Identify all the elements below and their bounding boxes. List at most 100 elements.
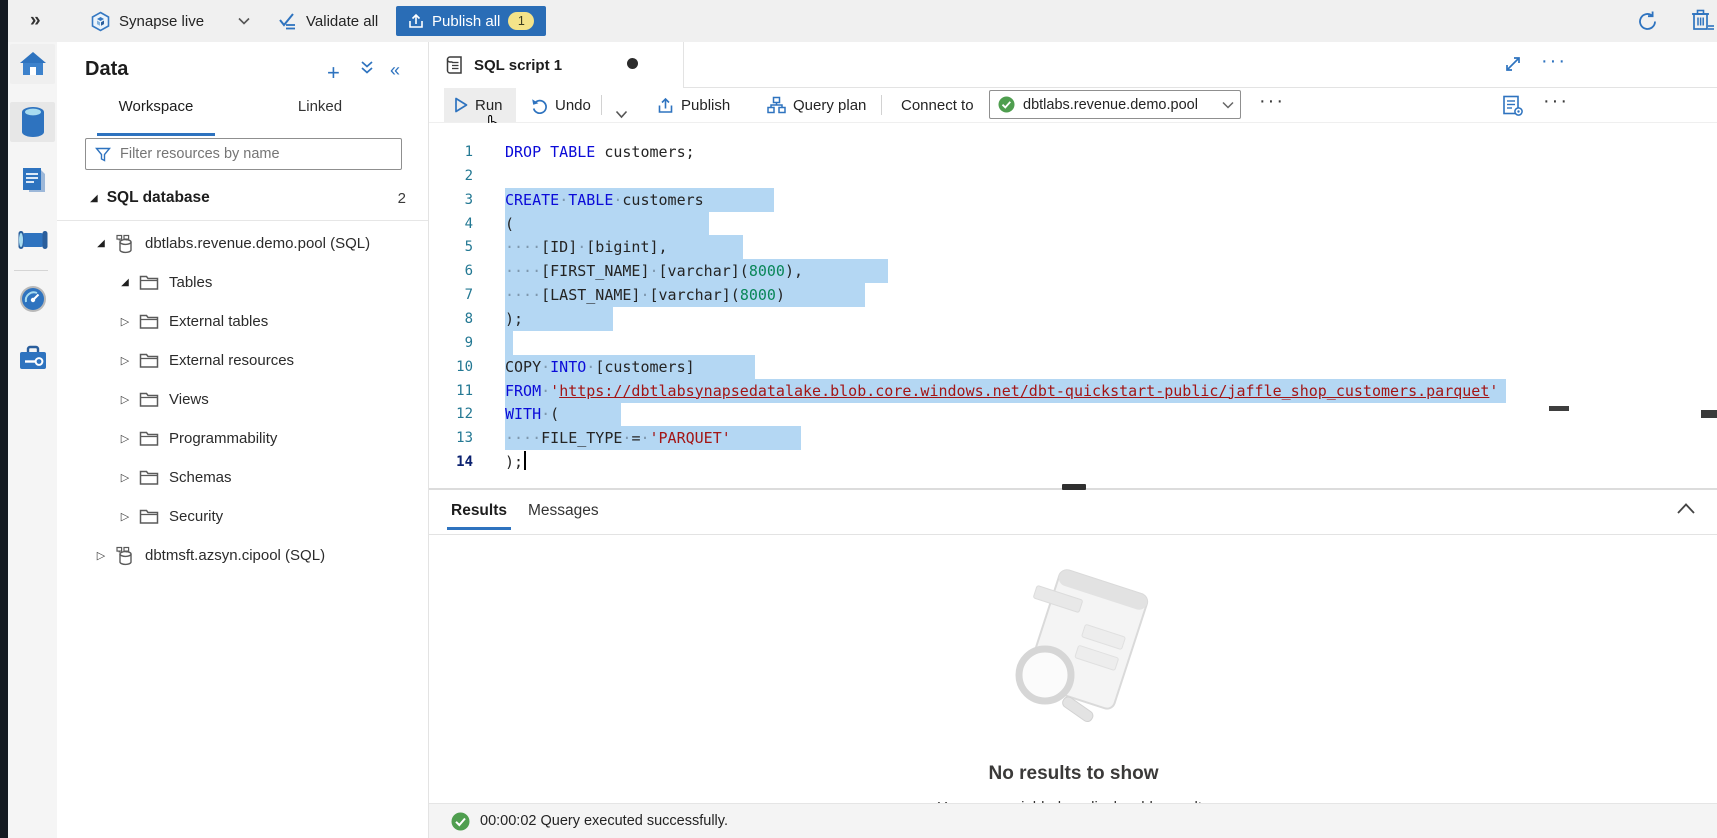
tree-item-dbtmsft-azsyn-cipool-sql[interactable]: ▷dbtmsft.azsyn.cipool (SQL) (57, 536, 466, 575)
tab-workspace[interactable]: Workspace (97, 98, 215, 128)
collapse-icon[interactable]: ◢ (119, 277, 131, 288)
nav-manage-button[interactable] (10, 338, 55, 378)
collapse-results-icon[interactable] (1676, 502, 1696, 515)
tree-root-sql-database[interactable]: ◢ SQL database 2 (57, 182, 428, 214)
code-line-5[interactable]: 5····[ID]·[bigint], (429, 235, 1717, 259)
expand-left-panel-icon[interactable]: » (30, 0, 41, 42)
line-number: 10 (429, 355, 473, 379)
selection-tail (668, 235, 743, 259)
folder-icon (139, 275, 159, 291)
code-line-2[interactable]: 2 (429, 164, 1717, 188)
code-text: WITH·( (505, 402, 621, 426)
selection-tail (731, 426, 801, 450)
tab-messages[interactable]: Messages (528, 502, 599, 520)
tree-item-label: Tables (169, 274, 212, 291)
tab-results[interactable]: Results (451, 502, 507, 520)
more-actions-icon[interactable]: ··· (1541, 50, 1567, 73)
collapse-panel-icon[interactable]: « (390, 60, 400, 81)
code-line-13[interactable]: 13····FILE_TYPE·=·'PARQUET' (429, 426, 1717, 450)
tree-item-dbtlabs-revenue-demo-pool-sql[interactable]: ◢dbtlabs.revenue.demo.pool (SQL) (57, 224, 466, 263)
code-line-9[interactable]: 9 (429, 331, 1717, 355)
connect-to-pool-dropdown[interactable]: dbtlabs.revenue.demo.pool (989, 90, 1241, 119)
expand-icon[interactable]: ▷ (119, 471, 131, 484)
expand-icon[interactable]: ▷ (119, 510, 131, 523)
code-line-14[interactable]: 14); (429, 450, 1717, 474)
expand-icon[interactable]: ▷ (119, 315, 131, 328)
expand-icon[interactable]: ▷ (119, 393, 131, 406)
code-line-6[interactable]: 6····[FIRST_NAME]·[varchar](8000), (429, 259, 1717, 283)
tree-item-external-resources[interactable]: ▷External resources (57, 341, 490, 380)
collapse-icon[interactable]: ◢ (90, 193, 98, 204)
collapse-icon[interactable]: ◢ (95, 238, 107, 249)
selection-tail (704, 188, 774, 212)
expand-icon[interactable]: ▷ (119, 354, 131, 367)
run-icon (454, 97, 468, 113)
line-number: 8 (429, 307, 473, 331)
publish-all-label: Publish all (432, 13, 500, 30)
expand-icon[interactable]: ▷ (95, 549, 107, 562)
refresh-icon[interactable] (1636, 0, 1659, 42)
tree-root-label: SQL database (107, 189, 210, 207)
integrate-icon (17, 228, 49, 252)
mode-switcher[interactable]: Synapse live (90, 0, 250, 42)
database-icon (115, 546, 135, 566)
editor-toolbar: Run Undo Publish Query plan (429, 88, 1717, 123)
query-plan-button[interactable]: Query plan (767, 88, 866, 122)
run-button[interactable]: Run (444, 88, 516, 122)
tab-sql-script-1[interactable]: SQL script 1 (429, 42, 684, 88)
code-text: ); (505, 450, 526, 474)
undo-button[interactable]: Undo (531, 88, 591, 122)
data-icon (19, 106, 47, 138)
tree-item-tables[interactable]: ◢ Tables (57, 263, 490, 302)
develop-icon (19, 166, 47, 196)
nav-data-button[interactable] (10, 102, 55, 142)
publish-icon (657, 97, 674, 114)
script-properties-icon[interactable] (1501, 94, 1525, 118)
discard-all-icon[interactable] (1690, 0, 1716, 42)
mode-label: Synapse live (119, 13, 204, 30)
tab-linked[interactable]: Linked (285, 98, 355, 128)
sql-script-icon (445, 54, 464, 76)
line-number: 1 (429, 140, 473, 164)
toolbar-separator (601, 95, 602, 115)
more-toolbar-actions-icon[interactable]: ··· (1259, 90, 1285, 113)
code-line-1[interactable]: 1DROP TABLE customers; (429, 140, 1717, 164)
nav-integrate-button[interactable] (10, 220, 55, 260)
expand-icon[interactable]: ▷ (119, 432, 131, 445)
code-line-3[interactable]: 3CREATE·TABLE·customers (429, 188, 1717, 212)
tree-item-external-tables[interactable]: ▷External tables (57, 302, 490, 341)
tree-item-security[interactable]: ▷Security (57, 497, 490, 536)
filter-resources-input[interactable] (118, 140, 401, 168)
code-line-12[interactable]: 12WITH·( (429, 402, 1717, 426)
code-line-4[interactable]: 4( (429, 212, 1717, 236)
scroll-indicator (1549, 406, 1569, 411)
selected-pool: dbtlabs.revenue.demo.pool (1023, 97, 1222, 113)
nav-monitor-button[interactable] (10, 279, 55, 319)
tree-item-schemas[interactable]: ▷Schemas (57, 458, 490, 497)
code-line-8[interactable]: 8); (429, 307, 1717, 331)
sql-code-editor[interactable]: 1DROP TABLE customers;23CREATE·TABLE·cus… (429, 123, 1717, 488)
window-edge (0, 0, 8, 838)
scrollbar-thumb[interactable] (1701, 410, 1717, 418)
validate-all-button[interactable]: Validate all (278, 0, 378, 42)
code-line-7[interactable]: 7····[LAST_NAME]·[varchar](8000) (429, 283, 1717, 307)
tree-item-programmability[interactable]: ▷Programmability (57, 419, 490, 458)
tree-item-views[interactable]: ▷Views (57, 380, 490, 419)
filter-resources-box[interactable] (85, 138, 402, 170)
unsaved-changes-dot (627, 58, 638, 69)
add-resource-icon[interactable]: + (327, 60, 340, 86)
publish-button[interactable]: Publish (657, 88, 730, 122)
line-number: 14 (429, 450, 473, 474)
collapse-all-icon[interactable] (360, 60, 374, 75)
nav-develop-button[interactable] (10, 161, 55, 201)
more-toolbar-actions-icon[interactable]: ··· (1543, 90, 1569, 113)
publish-all-button[interactable]: Publish all 1 (396, 6, 546, 36)
rail-divider (14, 270, 48, 271)
folder-icon (139, 431, 159, 447)
nav-home-button[interactable] (10, 44, 55, 84)
folder-icon (139, 353, 159, 369)
maximize-editor-icon[interactable] (1503, 54, 1523, 74)
folder-icon (139, 509, 159, 525)
code-line-10[interactable]: 10COPY·INTO·[customers] (429, 355, 1717, 379)
code-line-11[interactable]: 11FROM·'https://dbtlabsynapsedatalake.bl… (429, 379, 1717, 403)
